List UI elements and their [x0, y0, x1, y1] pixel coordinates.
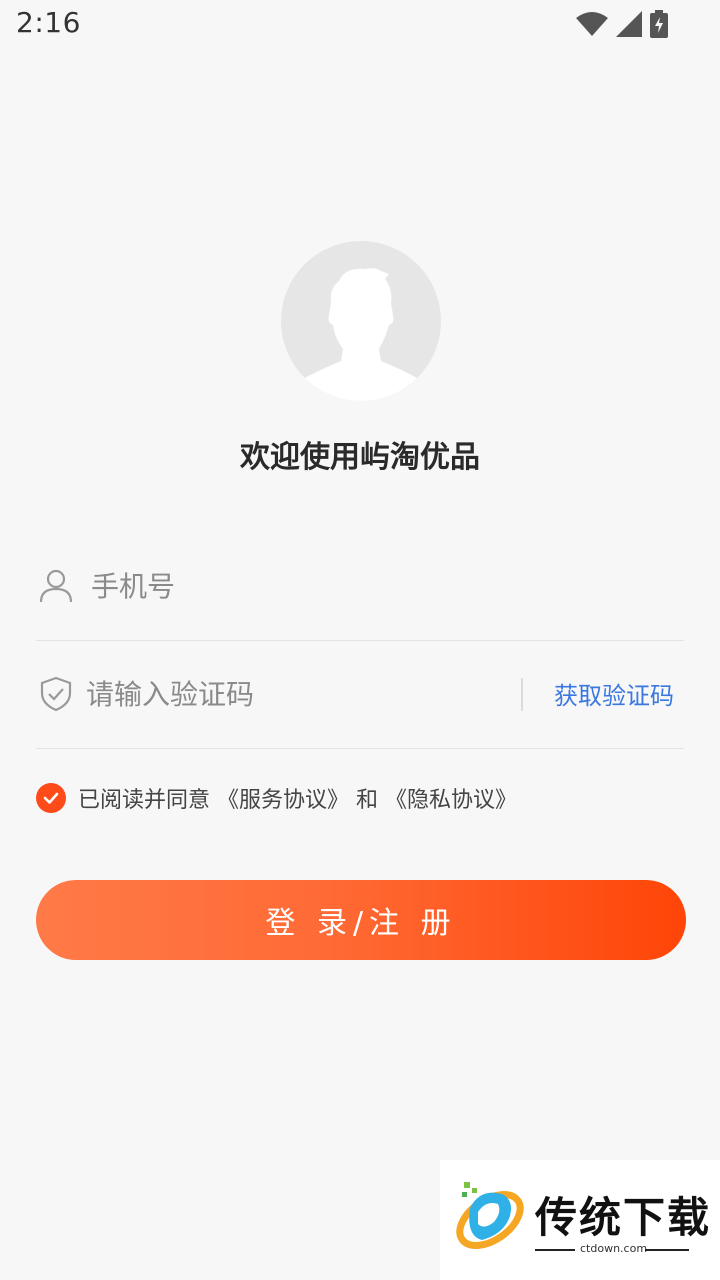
check-icon	[43, 792, 59, 804]
login-register-button[interactable]: 登 录/注 册	[36, 880, 686, 960]
signal-icon	[616, 11, 642, 37]
agreement-checkbox[interactable]	[36, 783, 66, 813]
phone-field	[36, 533, 684, 641]
status-icons	[576, 10, 668, 38]
field-divider	[521, 678, 523, 711]
agreement-and: 和	[356, 788, 379, 813]
avatar	[281, 241, 441, 401]
watermark-line-left	[535, 1249, 575, 1251]
watermark: 传统下载 ctdown.com	[440, 1160, 720, 1280]
phone-input[interactable]	[91, 563, 671, 609]
get-code-button[interactable]: 获取验证码	[554, 676, 674, 711]
status-time: 2:16	[16, 6, 81, 39]
user-icon	[39, 569, 73, 603]
privacy-agreement-link[interactable]: 《隐私协议》	[385, 782, 517, 814]
agreement-prefix: 已阅读并同意	[78, 788, 211, 813]
battery-charging-icon	[650, 10, 668, 38]
default-user-avatar-icon	[285, 268, 437, 401]
watermark-title: 传统下载	[535, 1193, 712, 1242]
watermark-line-right	[645, 1249, 689, 1251]
status-bar: 2:16	[0, 0, 720, 50]
service-agreement-link[interactable]: 《服务协议》	[217, 782, 349, 814]
shield-icon	[40, 676, 72, 712]
welcome-title: 欢迎使用屿淘优品	[240, 440, 480, 475]
wifi-icon	[576, 12, 608, 36]
watermark-logo-icon	[456, 1182, 524, 1249]
watermark-subtitle: ctdown.com	[580, 1242, 648, 1255]
login-screen: 2:16 欢迎使用屿淘优品 手机号 请输入验证码 获取验证码 已阅读并同意 《服…	[0, 0, 720, 1280]
verification-code-field: 获取验证码	[36, 641, 684, 749]
agreement-row: 已阅读并同意 《服务协议》 和 《隐私协议》	[36, 782, 517, 814]
verification-code-input[interactable]	[86, 671, 506, 717]
